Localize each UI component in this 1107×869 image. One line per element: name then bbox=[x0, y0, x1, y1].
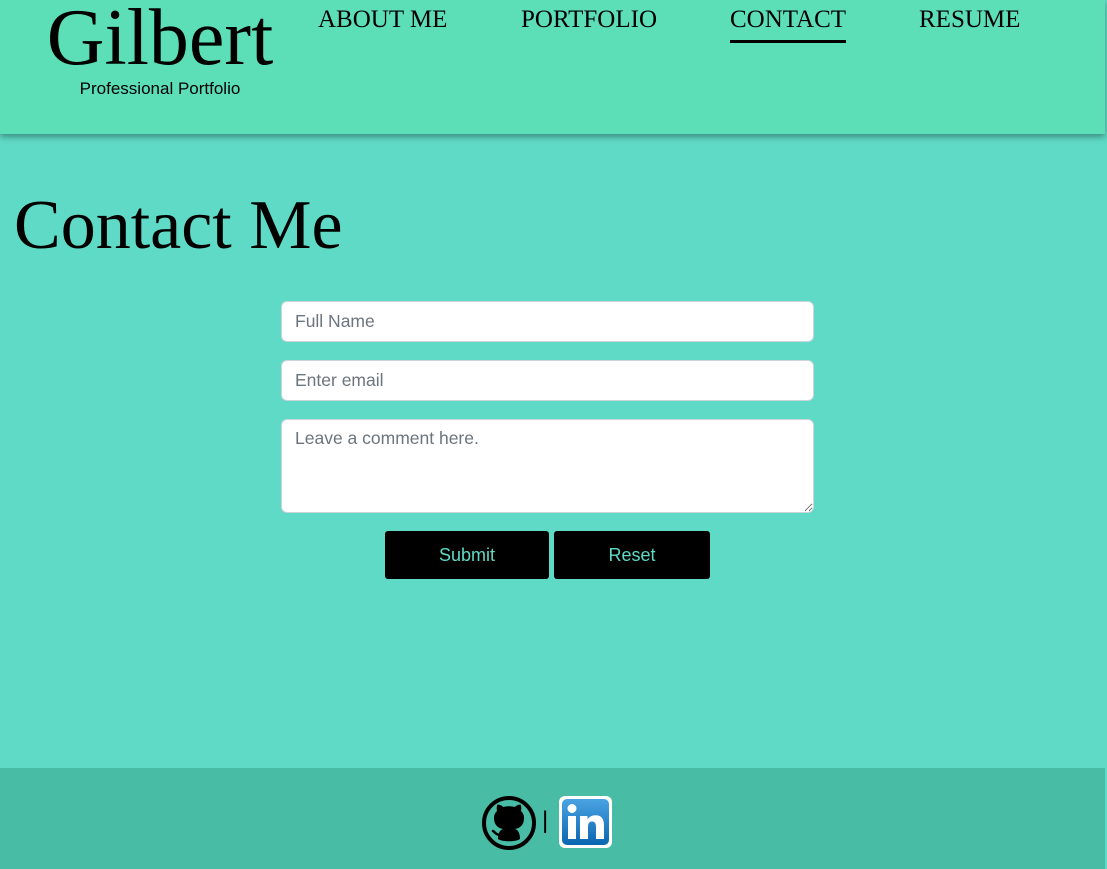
page-title: Contact Me bbox=[14, 187, 343, 264]
brand-name: Gilbert bbox=[46, 0, 274, 82]
email-input[interactable] bbox=[281, 360, 814, 401]
brand: Gilbert Professional Portfolio bbox=[28, 0, 292, 99]
linkedin-icon[interactable] bbox=[559, 796, 612, 848]
site-footer bbox=[0, 768, 1105, 869]
submit-button[interactable]: Submit bbox=[385, 531, 549, 579]
nav-link-about-me[interactable]: ABOUT ME bbox=[318, 4, 447, 40]
site-header: Gilbert Professional Portfolio ABOUT ME … bbox=[0, 0, 1105, 134]
github-icon[interactable] bbox=[481, 795, 537, 851]
full-name-input[interactable] bbox=[281, 301, 814, 342]
reset-button[interactable]: Reset bbox=[554, 531, 710, 579]
comment-textarea[interactable] bbox=[281, 419, 814, 513]
nav-link-contact[interactable]: CONTACT bbox=[730, 4, 847, 43]
nav-link-portfolio[interactable]: PORTFOLIO bbox=[521, 4, 657, 40]
brand-tagline: Professional Portfolio bbox=[79, 79, 241, 98]
nav-link-resume[interactable]: RESUME bbox=[919, 4, 1020, 40]
footer-separator: | bbox=[542, 807, 549, 834]
